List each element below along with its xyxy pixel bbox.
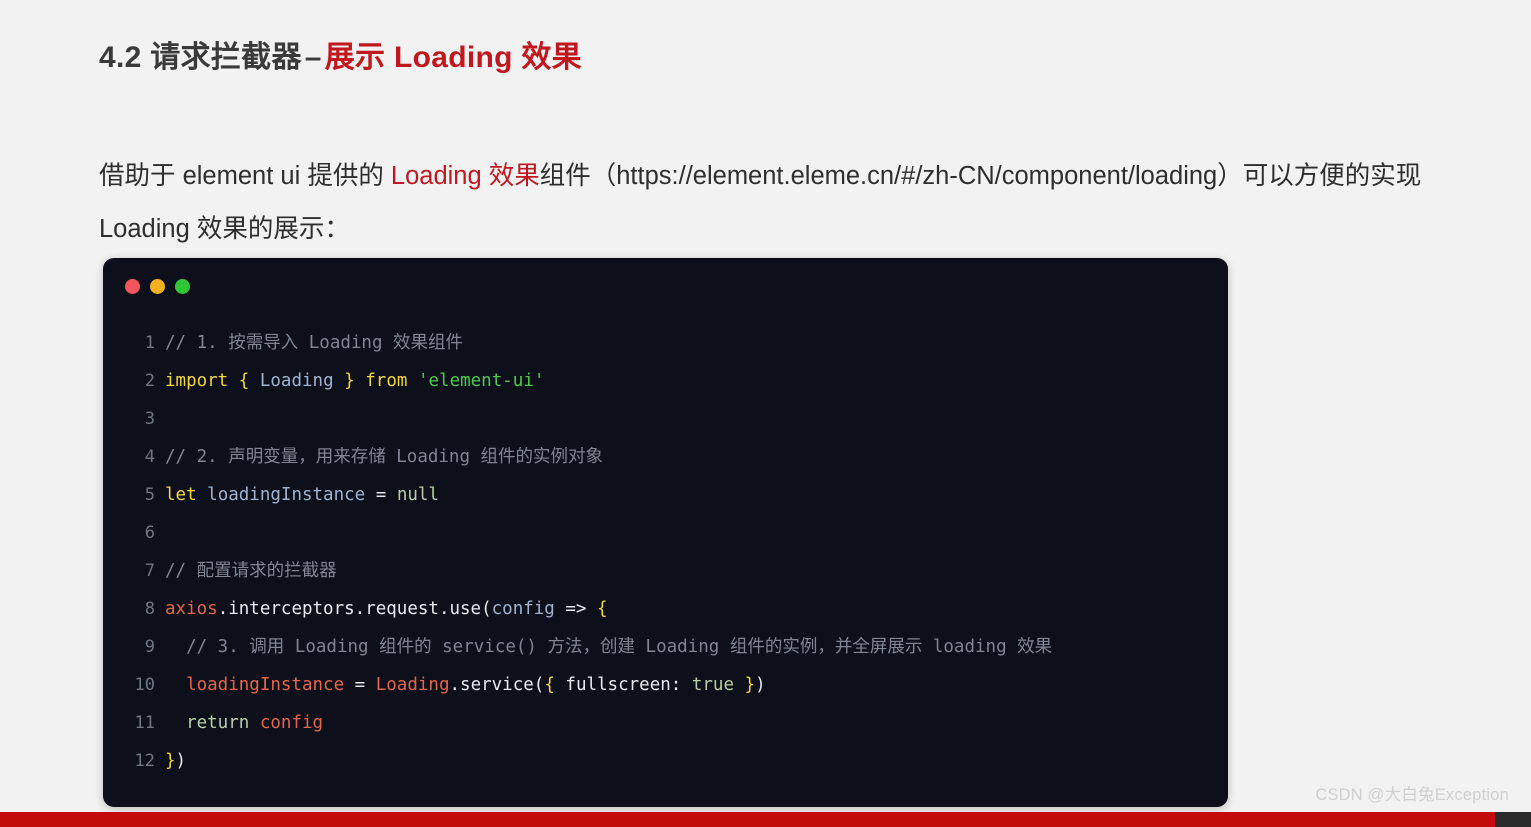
intro-paragraph: 借助于 element ui 提供的 Loading 效果组件（https://…: [99, 150, 1499, 256]
code-line: 8 axios.interceptors.request.use(config …: [103, 590, 1228, 628]
close-dot-icon[interactable]: [125, 278, 140, 294]
line-number: 8: [144, 599, 155, 619]
code-line: 7 // 配置请求的拦截器: [103, 552, 1228, 590]
code-line: 2 import { Loading } from 'element-ui': [103, 362, 1228, 400]
code-block-card: 1 // 1. 按需导入 Loading 效果组件 2 import { Loa…: [103, 258, 1228, 807]
line-number: 11: [134, 713, 155, 733]
code-line: 1 // 1. 按需导入 Loading 效果组件: [103, 324, 1228, 362]
line-number: 4: [144, 447, 155, 467]
line-number: 1: [144, 333, 155, 353]
line-number: 7: [144, 561, 155, 581]
page-title: 4.2 请求拦截器 – 展示 Loading 效果: [99, 32, 582, 76]
page-title-prefix: 4.2 请求拦截器: [99, 41, 302, 74]
line-number: 10: [134, 675, 155, 695]
bottom-progress-bar: [0, 812, 1531, 827]
bottom-bar-end-cap: [1495, 812, 1531, 827]
line-number: 6: [144, 523, 155, 543]
line-number: 5: [144, 485, 155, 505]
code-line: 11 return config: [103, 704, 1228, 742]
code-line: 10 loadingInstance = Loading.service({ f…: [103, 666, 1228, 704]
csdn-watermark: CSDN @大白兔Exception: [1315, 786, 1509, 804]
code-line: 9 // 3. 调用 Loading 组件的 service() 方法，创建 L…: [103, 628, 1228, 666]
code-content[interactable]: 1 // 1. 按需导入 Loading 效果组件 2 import { Loa…: [103, 314, 1228, 780]
line-number: 9: [144, 637, 155, 657]
code-line: 5 let loadingInstance = null: [103, 476, 1228, 514]
maximize-dot-icon[interactable]: [175, 278, 190, 294]
code-line: 12 }): [103, 742, 1228, 780]
code-line: 3: [103, 400, 1228, 438]
line-number: 2: [144, 371, 155, 391]
page-title-dash: –: [304, 41, 322, 74]
page-title-accent: 展示 Loading 效果: [324, 41, 582, 74]
paragraph-part-1: 借助于 element ui 提供的: [99, 162, 391, 190]
paragraph-accent: Loading 效果: [390, 162, 540, 190]
line-number: 3: [144, 409, 155, 429]
code-window-titlebar: [103, 258, 1228, 314]
minimize-dot-icon[interactable]: [150, 278, 165, 294]
code-line: 4 // 2. 声明变量，用来存储 Loading 组件的实例对象: [103, 438, 1228, 476]
code-line: 6: [103, 514, 1228, 552]
line-number: 12: [134, 751, 155, 771]
